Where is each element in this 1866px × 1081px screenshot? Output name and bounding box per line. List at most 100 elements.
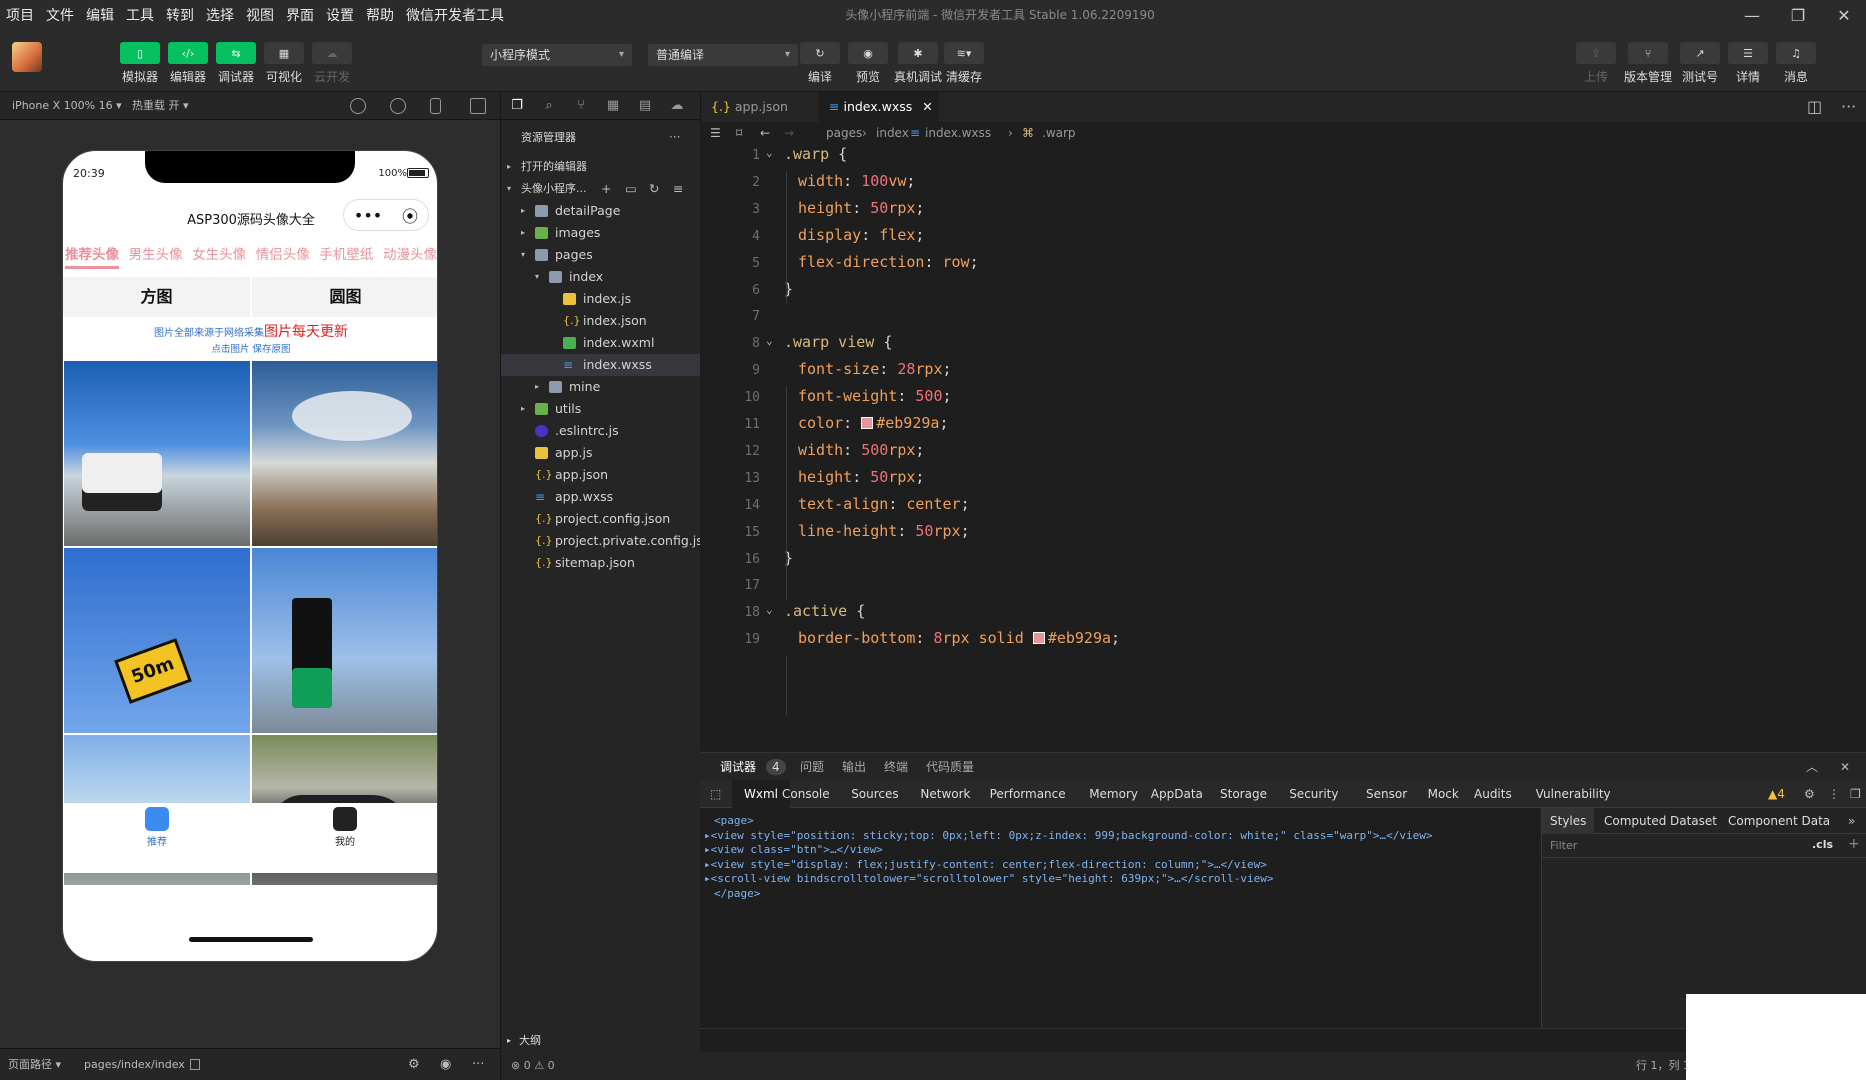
fold-icon[interactable]: ⌄ — [766, 603, 773, 616]
devtools-tab[interactable]: Network — [920, 780, 970, 808]
close-icon[interactable]: ✕ — [922, 99, 932, 114]
tree-item[interactable]: {.} app.json — [501, 464, 701, 486]
devtools-tab[interactable]: Storage — [1220, 780, 1267, 808]
menu-item[interactable]: 文件 — [40, 5, 80, 25]
collapse-icon[interactable]: ≡ — [673, 178, 683, 200]
menu-item[interactable]: 帮助 — [360, 5, 400, 25]
devtools-tab[interactable]: Audits — [1474, 780, 1512, 808]
more-icon[interactable]: ⋮ — [1828, 780, 1840, 808]
outline-section[interactable]: 大纲 — [519, 1030, 541, 1052]
tree-item[interactable]: {.} sitemap.json — [501, 552, 701, 574]
preview-button[interactable]: ◉ 预览 — [848, 42, 888, 85]
list-icon[interactable]: ☰ — [710, 122, 721, 144]
search-icon[interactable]: ⌕ — [541, 98, 557, 114]
tab-female[interactable]: 女生头像 — [192, 243, 246, 271]
bookmark-icon[interactable]: ⌑ — [736, 122, 742, 144]
storage-icon[interactable]: ▤ — [637, 98, 653, 114]
tab-male[interactable]: 男生头像 — [129, 243, 183, 271]
debugger-button[interactable]: ⇆ 调试器 — [216, 42, 256, 85]
chevron-up-icon[interactable]: ︿ — [1806, 753, 1818, 781]
project-section[interactable]: ▾ 头像小程序... + ▭ ↻ ≡ — [501, 178, 701, 200]
version-button[interactable]: ⑂ 版本管理 — [1624, 42, 1672, 85]
tab-terminal[interactable]: 终端 — [884, 753, 908, 781]
devtools-tab[interactable]: Vulnerability — [1536, 780, 1611, 808]
tab-code-quality[interactable]: 代码质量 — [926, 753, 974, 781]
tree-item[interactable]: ▸ utils — [501, 398, 701, 420]
wxml-node[interactable]: </page> — [714, 887, 760, 900]
tree-item[interactable]: ▸ mine — [501, 376, 701, 398]
wxml-tree[interactable]: <page> ▸<view style="position: sticky;top… — [700, 808, 1540, 1028]
tab-problems[interactable]: 问题 — [800, 753, 824, 781]
details-button[interactable]: ☰ 详情 — [1728, 42, 1768, 85]
back-icon[interactable]: ← — [760, 122, 770, 144]
tab-computed[interactable]: Computed — [1604, 808, 1666, 834]
visual-button[interactable]: ▦ 可视化 — [264, 42, 304, 85]
inspect-icon[interactable]: ⬚ — [710, 780, 721, 808]
cls-button[interactable]: .cls — [1812, 838, 1833, 851]
settings-icon[interactable]: ⚙ — [408, 1049, 420, 1081]
more-icon[interactable]: ··· — [1841, 92, 1856, 122]
close-icon[interactable]: ✕ — [1840, 753, 1850, 781]
tab-app-json[interactable]: {.} app.json — [701, 92, 819, 122]
tab-styles[interactable]: Styles — [1542, 808, 1595, 834]
tab-component-data[interactable]: Component Data — [1728, 808, 1830, 834]
device-select[interactable]: iPhone X 100% 16 ▾ — [12, 92, 122, 120]
menu-item[interactable]: 界面 — [280, 5, 320, 25]
phone-simulator[interactable]: 20:39 100% ASP300源码头像大全 ••• ⦿ 推荐头像 男生头像 … — [62, 150, 438, 962]
tab-index-wxss[interactable]: ≡ index.wxss ✕ — [819, 92, 939, 122]
tree-item[interactable]: ▾ pages — [501, 244, 701, 266]
wxml-node[interactable]: ▸<view style="display: flex;justify-cont… — [704, 858, 1267, 871]
tab-debugger[interactable]: 调试器 — [720, 753, 756, 781]
refresh-icon[interactable] — [350, 98, 366, 114]
remote-debug-button[interactable]: ✱ 真机调试 — [894, 42, 942, 85]
more-icon[interactable]: ••• — [354, 206, 382, 225]
round-button[interactable]: 圆图 — [252, 277, 437, 317]
settings-icon[interactable]: ⚙ — [1804, 780, 1815, 808]
devtools-tab[interactable]: Mock — [1428, 780, 1459, 808]
docker-icon[interactable]: ☁ — [669, 98, 685, 114]
menu-item[interactable]: 设置 — [320, 5, 360, 25]
breadcrumb-index[interactable]: index — [876, 122, 909, 144]
fold-icon[interactable]: ⌄ — [766, 334, 773, 347]
tree-item[interactable]: ▸ images — [501, 222, 701, 244]
menu-item[interactable]: 选择 — [200, 5, 240, 25]
hot-reload-toggle[interactable]: 热重载 开 ▾ — [132, 92, 189, 120]
tree-item[interactable]: ≡ index.wxss — [501, 354, 701, 376]
simulator-button[interactable]: ▯ 模拟器 — [120, 42, 160, 85]
page-path-select[interactable]: 页面路径 ▾ — [8, 1049, 61, 1081]
cloud-button[interactable]: ☁ 云开发 — [312, 42, 352, 85]
eye-icon[interactable]: ◉ — [440, 1049, 451, 1081]
test-account-button[interactable]: ↗ 测试号 — [1680, 42, 1720, 85]
menu-item[interactable]: 编辑 — [80, 5, 120, 25]
wxml-node[interactable]: <page> — [714, 814, 754, 827]
close-icon[interactable]: ✕ — [1822, 0, 1866, 30]
more-icon[interactable]: ··· — [669, 130, 680, 144]
avatar[interactable] — [12, 42, 42, 72]
tab-couple[interactable]: 情侣头像 — [256, 243, 310, 271]
tabbar-mine[interactable]: 我的 — [251, 803, 437, 873]
upload-button[interactable]: ⇪ 上传 — [1576, 42, 1616, 85]
breadcrumb-selector[interactable]: .warp — [1042, 122, 1076, 144]
tab-anime[interactable]: 动漫头像 — [383, 243, 437, 271]
tree-item[interactable]: app.js — [501, 442, 701, 464]
devtools-tab[interactable]: Memory — [1089, 780, 1138, 808]
menu-item[interactable]: 视图 — [240, 5, 280, 25]
menu-item[interactable]: 项目 — [0, 5, 40, 25]
fold-icon[interactable]: ⌄ — [766, 146, 773, 159]
problems-count[interactable]: ⊗ 0 ⚠ 0 — [511, 1054, 555, 1078]
image-tile[interactable] — [64, 548, 250, 733]
compile-button[interactable]: ↻ 编译 — [800, 42, 840, 85]
devtools-tab[interactable]: Security — [1289, 780, 1338, 808]
extensions-icon[interactable]: ▦ — [605, 98, 621, 114]
tree-item[interactable]: ▾ index — [501, 266, 701, 288]
popout-icon[interactable] — [470, 98, 486, 114]
menu-item[interactable]: 转到 — [160, 5, 200, 25]
tree-item[interactable]: {.} project.config.json — [501, 508, 701, 530]
devtools-tab[interactable]: Sources — [851, 780, 898, 808]
warning-badge[interactable]: ▲4 — [1768, 780, 1785, 808]
wxml-node[interactable]: ▸<scroll-view bindscrolltolower="scrollt… — [704, 872, 1274, 885]
refresh-icon[interactable]: ↻ — [649, 178, 659, 200]
tab-recommend[interactable]: 推荐头像 — [65, 243, 119, 269]
cursor-position[interactable]: 行 1，列 1 — [1636, 1052, 1690, 1080]
tree-item[interactable]: ▸ detailPage — [501, 200, 701, 222]
